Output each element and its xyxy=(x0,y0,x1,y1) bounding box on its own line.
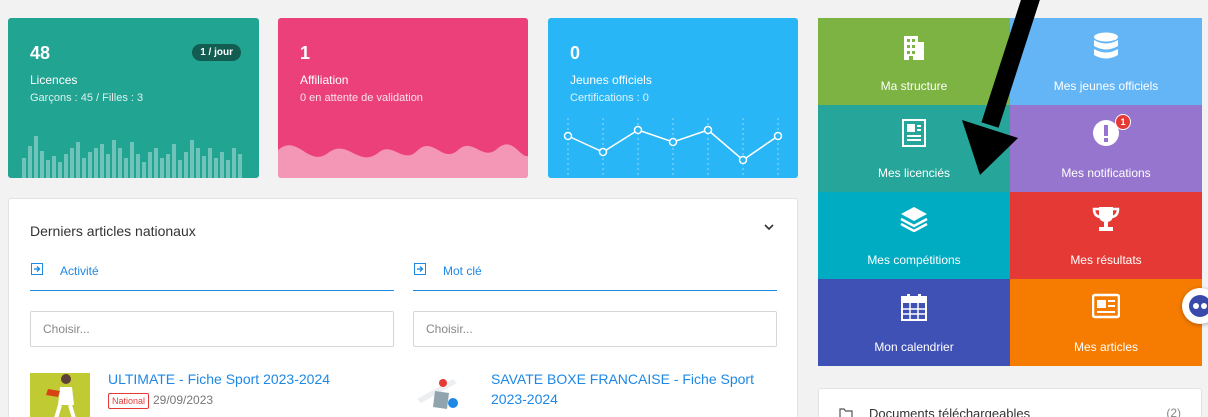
assistant-bot-icon xyxy=(1189,295,1208,317)
articles-panel: Derniers articles nationaux Activité Mot… xyxy=(8,198,798,417)
sign-in-icon xyxy=(414,263,426,275)
assistant-bubble-button[interactable] xyxy=(1182,288,1208,324)
calendar-icon xyxy=(901,294,927,321)
documents-title: Documents téléchargeables xyxy=(869,406,1031,417)
database-icon xyxy=(1094,32,1118,59)
filter-tab-activite[interactable]: Activité xyxy=(30,259,394,291)
documents-panel[interactable]: Documents téléchargeables (2) xyxy=(818,388,1202,417)
tile-label: Mes notifications xyxy=(1061,166,1151,180)
jeunes-officiels-count: 0 xyxy=(570,43,581,63)
shortcut-tiles: Ma structure Mes jeunes officiels Mes li… xyxy=(818,18,1202,368)
tile-mes-competitions[interactable]: Mes compétitions xyxy=(818,192,1010,279)
tile-label: Mes articles xyxy=(1073,340,1138,354)
article-date: 29/09/2023 xyxy=(153,393,214,407)
licences-rate-badge: 1 / jour xyxy=(192,44,241,61)
article-thumbnail xyxy=(30,373,90,417)
licences-title: Licences xyxy=(30,73,78,87)
tile-label: Mon calendrier xyxy=(874,340,954,354)
tile-mes-licencies[interactable]: Mes licenciés xyxy=(818,105,1010,192)
affiliation-count: 1 xyxy=(300,43,311,63)
tile-label: Ma structure xyxy=(880,79,948,93)
jeunes-officiels-line-graphic xyxy=(563,118,783,178)
affiliation-title: Affiliation xyxy=(300,73,349,87)
id-card-icon xyxy=(902,119,926,147)
filter-tab-activite-label: Activité xyxy=(60,264,99,278)
notification-count-badge: 1 xyxy=(1115,114,1131,130)
licences-card[interactable]: 48 1 / jour Licences Garçons : 45 / Fill… xyxy=(8,18,259,178)
chevron-down-icon[interactable] xyxy=(763,221,775,233)
newspaper-icon xyxy=(1092,293,1120,319)
licences-count: 48 xyxy=(30,43,51,63)
tile-mes-articles[interactable]: Mes articles xyxy=(1010,279,1202,366)
article-thumbnail xyxy=(413,373,473,417)
activite-select[interactable]: Choisir... xyxy=(30,311,394,347)
jeunes-officiels-subtitle: Certifications : 0 xyxy=(570,92,649,104)
tile-mes-resultats[interactable]: Mes résultats xyxy=(1010,192,1202,279)
mot-cle-select[interactable]: Choisir... xyxy=(413,311,777,347)
licences-bars-graphic xyxy=(22,136,242,178)
trophy-icon xyxy=(1092,207,1120,231)
tile-label: Mes jeunes officiels xyxy=(1053,79,1159,93)
article-tag: National xyxy=(108,393,150,409)
layers-icon xyxy=(900,207,928,232)
jeunes-officiels-title: Jeunes officiels xyxy=(570,73,652,87)
tile-mes-jeunes-officiels[interactable]: Mes jeunes officiels xyxy=(1010,18,1202,105)
folder-icon xyxy=(839,408,853,417)
jeunes-officiels-card[interactable]: 0 Jeunes officiels Certifications : 0 xyxy=(548,18,798,178)
tile-label: Mes résultats xyxy=(1070,253,1142,267)
article-title[interactable]: SAVATE BOXE FRANCAISE - Fiche Sport 2023… xyxy=(491,369,761,409)
sign-in-icon xyxy=(31,263,43,275)
tile-ma-structure[interactable]: Ma structure xyxy=(818,18,1010,105)
filter-tab-mot-cle-label: Mot clé xyxy=(443,264,482,278)
affiliation-card[interactable]: 1 Affiliation 0 en attente de validation xyxy=(278,18,528,178)
tile-mon-calendrier[interactable]: Mon calendrier xyxy=(818,279,1010,366)
licences-subtitle: Garçons : 45 / Filles : 3 xyxy=(30,92,144,104)
affiliation-wave-graphic xyxy=(278,144,528,178)
building-icon xyxy=(904,36,924,60)
tile-label: Mes compétitions xyxy=(867,253,961,267)
documents-count: (2) xyxy=(1166,406,1181,417)
tile-mes-notifications[interactable]: 1 Mes notifications xyxy=(1010,105,1202,192)
affiliation-subtitle: 0 en attente de validation xyxy=(300,92,423,104)
articles-panel-title: Derniers articles nationaux xyxy=(30,223,196,239)
tile-label: Mes licenciés xyxy=(877,166,951,180)
article-title[interactable]: ULTIMATE - Fiche Sport 2023-2024 xyxy=(108,369,378,389)
filter-tab-mot-cle[interactable]: Mot clé xyxy=(413,259,777,291)
